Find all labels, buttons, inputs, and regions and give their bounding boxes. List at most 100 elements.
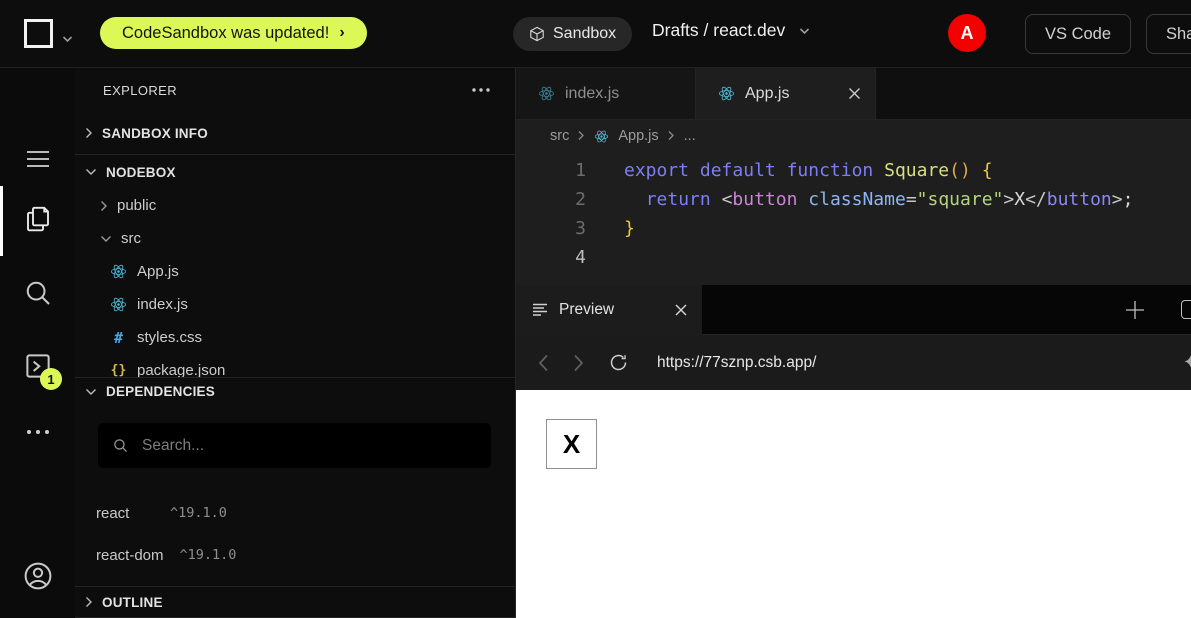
chevron-down-icon [100, 235, 112, 243]
preview-lines-icon [532, 303, 548, 318]
section-outline[interactable]: OUTLINE [75, 587, 515, 617]
code-text: export default function Square() { [586, 156, 993, 185]
section-label: OUTLINE [102, 595, 163, 610]
dependency-version: ^19.1.0 [180, 547, 237, 563]
outline-block: OUTLINE [75, 586, 515, 618]
sparkle-icon[interactable]: ✦ [1183, 352, 1191, 373]
codesandbox-app: CodeSandbox was updated! › Sandbox Draft… [0, 0, 1191, 618]
section-dependencies[interactable]: DEPENDENCIES [75, 377, 515, 405]
preview-tab-label: Preview [559, 301, 614, 319]
code-editor[interactable]: 1export default function Square() {2 ret… [516, 152, 1191, 285]
line-number: 1 [516, 156, 586, 185]
folder-name: public [117, 197, 156, 214]
explorer-more-icon[interactable] [471, 87, 491, 93]
react-file-icon [110, 263, 127, 280]
cube-icon [529, 26, 545, 42]
preview-tab[interactable]: Preview [516, 285, 702, 335]
react-file-icon [594, 129, 609, 144]
preview-tabstrip-space [702, 285, 1191, 335]
code-line[interactable]: 2 return <button className="square">X</b… [516, 185, 1191, 214]
codesandbox-logo[interactable] [24, 19, 53, 48]
explorer-header: EXPLORER [75, 68, 515, 112]
section-sandbox-info[interactable]: SANDBOX INFO [75, 112, 515, 155]
tree-folder-src[interactable]: src [75, 222, 515, 255]
update-banner-label: CodeSandbox was updated! [122, 24, 329, 43]
terminal-icon[interactable] [0, 351, 75, 381]
vscode-button[interactable]: VS Code [1025, 14, 1131, 54]
tab-indexjs[interactable]: index.js [516, 68, 696, 119]
tab-label: App.js [745, 85, 789, 103]
topbar: CodeSandbox was updated! › Sandbox Draft… [0, 0, 1191, 68]
back-icon[interactable] [538, 354, 549, 372]
tree-folder-public[interactable]: public [75, 189, 515, 222]
dependency-version: ^19.1.0 [170, 505, 227, 521]
forward-icon[interactable] [573, 354, 584, 372]
dependency-search-box [98, 423, 491, 468]
file-name: package.json [137, 362, 225, 377]
editor-tabstrip: index.js App.js [516, 68, 1191, 120]
close-icon[interactable] [674, 303, 688, 317]
activity-bar: 1 [0, 68, 75, 618]
layout-icon[interactable] [1181, 300, 1191, 319]
tab-label: index.js [565, 85, 619, 103]
section-label: NODEBOX [106, 165, 176, 180]
dependency-list: react ^19.1.0 react-dom ^19.1.0 [75, 492, 515, 576]
explorer-panel: EXPLORER SANDBOX INFO NODEBOX [75, 68, 516, 618]
breadcrumb-file[interactable]: App.js [618, 128, 658, 144]
breadcrumb-src[interactable]: src [550, 128, 569, 144]
code-line[interactable]: 3} [516, 214, 1191, 243]
preview-navbar: https://77sznp.csb.app/ ✦ [516, 335, 1191, 390]
tab-appjs[interactable]: App.js [696, 68, 876, 119]
menu-icon[interactable] [0, 150, 75, 168]
react-file-icon [110, 296, 127, 313]
update-banner-button[interactable]: CodeSandbox was updated! › [100, 17, 367, 49]
section-label: SANDBOX INFO [102, 126, 208, 141]
file-name: styles.css [137, 329, 202, 346]
refresh-icon[interactable] [608, 352, 629, 373]
terminal-badge: 1 [40, 368, 62, 390]
file-name: App.js [137, 263, 179, 280]
search-icon[interactable] [0, 278, 75, 308]
tree-file-appjs[interactable]: App.js [75, 255, 515, 288]
tree-file-indexjs[interactable]: index.js [75, 288, 515, 321]
dependency-react[interactable]: react ^19.1.0 [75, 492, 515, 534]
code-text: return <button className="square">X</but… [586, 185, 1133, 214]
breadcrumb-symbol[interactable]: ... [684, 128, 696, 144]
react-file-icon [538, 85, 555, 102]
code-line[interactable]: 4 [516, 243, 1191, 272]
file-name: index.js [137, 296, 188, 313]
search-icon [112, 437, 129, 454]
dependency-search-input[interactable] [140, 436, 477, 456]
sandbox-badge[interactable]: Sandbox [513, 17, 632, 51]
main-area: 1 EXPLORER [0, 68, 1191, 618]
account-icon[interactable] [0, 560, 75, 592]
share-button[interactable]: Share [1146, 14, 1191, 54]
preview-square-button[interactable]: X [546, 419, 597, 469]
react-file-icon [718, 85, 735, 102]
section-label: DEPENDENCIES [106, 384, 215, 399]
chevron-down-icon [85, 388, 97, 396]
dependency-react-dom[interactable]: react-dom ^19.1.0 [75, 534, 515, 576]
dependency-name: react-dom [96, 547, 164, 564]
dependency-name: react [96, 505, 154, 522]
more-icon[interactable] [0, 428, 75, 436]
code-text: } [586, 214, 635, 243]
css-file-icon: # [110, 329, 127, 347]
tree-file-stylescss[interactable]: # styles.css [75, 321, 515, 354]
line-number: 2 [516, 185, 586, 214]
close-icon[interactable] [848, 87, 861, 100]
breadcrumb[interactable]: src App.js ... [516, 120, 1191, 152]
code-line[interactable]: 1export default function Square() { [516, 156, 1191, 185]
project-breadcrumb[interactable]: Drafts / react.dev [652, 20, 810, 41]
line-number: 3 [516, 214, 586, 243]
chevron-down-icon [799, 27, 810, 35]
tree-file-packagejson[interactable]: {} package.json [75, 354, 515, 377]
workspace-chevron-down-icon[interactable] [62, 30, 73, 48]
section-nodebox[interactable]: NODEBOX [75, 155, 515, 189]
avatar[interactable]: A [948, 14, 986, 52]
files-icon[interactable] [0, 204, 75, 234]
chevron-right-icon [100, 200, 108, 212]
add-preview-icon[interactable] [1124, 299, 1146, 321]
preview-pane: Preview [516, 285, 1191, 618]
preview-url[interactable]: https://77sznp.csb.app/ [657, 354, 816, 372]
